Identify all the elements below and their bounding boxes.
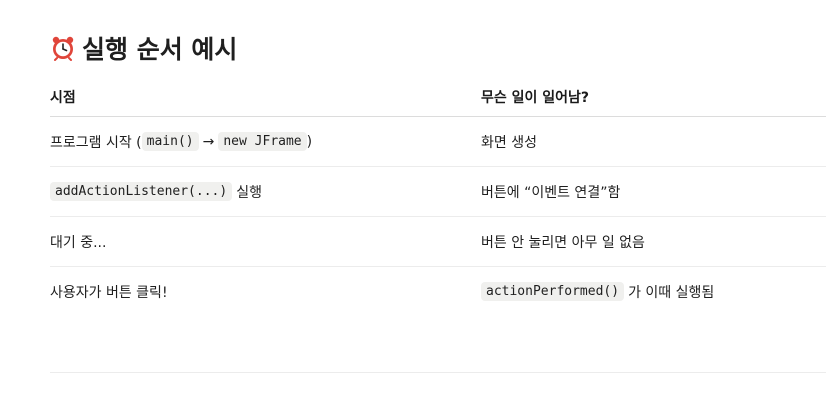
page-heading: 실행 순서 예시 — [50, 30, 237, 66]
table-row: addActionListener(...) 실행 버튼에 “이벤트 연결”함 — [50, 167, 826, 217]
alarm-clock-icon — [50, 35, 76, 61]
column-header-when: 시점 — [50, 89, 76, 106]
page-title: 실행 순서 예시 — [82, 35, 238, 64]
divider — [50, 372, 826, 373]
table-cell-what: 버튼에 “이벤트 연결”함 — [481, 184, 621, 201]
table-cell-what: 화면 생성 — [481, 134, 537, 151]
table-cell-what: 버튼 안 눌리면 아무 일 없음 — [481, 234, 645, 251]
table-cell-when: 대기 중... — [50, 234, 107, 251]
table-row: 대기 중... 버튼 안 눌리면 아무 일 없음 — [50, 217, 826, 267]
execution-order-table: 시점 무슨 일이 일어남? 프로그램 시작 ( main() → new JFr… — [50, 77, 826, 316]
table-cell-when: addActionListener(...) 실행 — [50, 182, 262, 202]
cell-text: ) — [306, 133, 313, 150]
table-row: 사용자가 버튼 클릭! actionPerformed() 가 이때 실행됨 — [50, 267, 826, 316]
table-cell-when: 사용자가 버튼 클릭! — [50, 284, 168, 301]
inline-code: addActionListener(...) — [50, 182, 233, 201]
inline-code: new JFrame — [218, 132, 307, 151]
cell-text: 실행 — [236, 184, 262, 201]
table-row: 프로그램 시작 ( main() → new JFrame ) 화면 생성 — [50, 117, 826, 167]
inline-code: main() — [141, 132, 199, 151]
cell-text: 프로그램 시작 ( — [50, 134, 142, 151]
arrow-text: → — [202, 133, 215, 150]
table-cell-what: actionPerformed() 가 이때 실행됨 — [481, 282, 714, 302]
table-cell-when: 프로그램 시작 ( main() → new JFrame ) — [50, 132, 312, 152]
table-header-row: 시점 무슨 일이 일어남? — [50, 77, 826, 117]
column-header-what: 무슨 일이 일어남? — [481, 89, 590, 106]
inline-code: actionPerformed() — [481, 282, 625, 301]
cell-text: 가 이때 실행됨 — [628, 284, 715, 301]
